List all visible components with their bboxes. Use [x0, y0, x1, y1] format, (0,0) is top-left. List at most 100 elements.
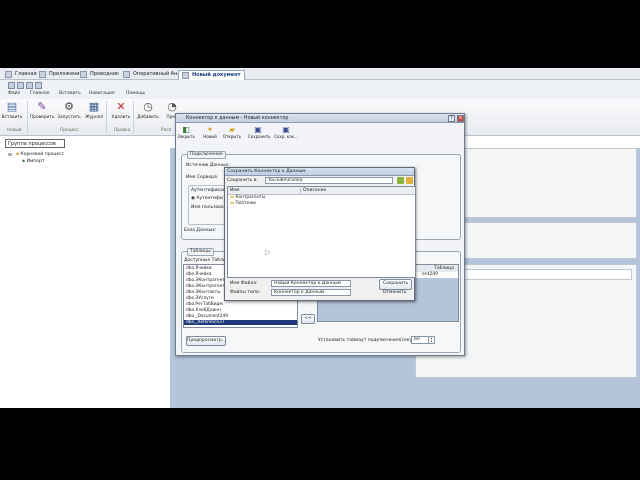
undo-icon[interactable]: [17, 82, 24, 89]
list-item[interactable]: dbo.ЭКонтакты: [186, 290, 221, 295]
check-button[interactable]: ✎ Проверить: [30, 100, 54, 126]
list-item[interactable]: dbo.ХлебДлинн: [186, 308, 221, 313]
list-item[interactable]: dbo.Ячейка: [186, 272, 212, 277]
column-description[interactable]: Описание: [300, 188, 326, 193]
document-tabs: Главная Приложения Проводник Оперативный…: [0, 68, 640, 80]
folder-icon: ▬: [230, 195, 235, 200]
save-in-label: Сохранить в:: [227, 178, 258, 183]
save-as-icon: ▣: [282, 125, 290, 134]
timeout-label: Установить таймаут подключения(секунды):: [318, 338, 426, 343]
folder-item[interactable]: ▬ Контрагенты: [230, 195, 265, 200]
list-item[interactable]: dbo._Document249: [186, 314, 228, 319]
ribbon-group-process: Процесс: [60, 128, 79, 133]
connection-legend: Подключение: [187, 151, 226, 159]
ribbon-separator: [133, 101, 134, 133]
paste-button[interactable]: ▤ Вставить: [0, 100, 24, 126]
check-icon: ✎: [37, 100, 47, 113]
new-connector-button[interactable]: ✦ Новый: [200, 125, 220, 147]
database-label: База Данных:: [184, 228, 217, 233]
file-list[interactable]: Имя Описание ▬ Контрагенты ▬ Платежи: [227, 186, 416, 278]
ribbon-tab-navigation[interactable]: Навигация: [89, 91, 115, 96]
list-item-selected[interactable]: dbo._Reference37: [184, 320, 297, 325]
ribbon-tab-insert[interactable]: Вставить: [59, 91, 81, 96]
timeout-input[interactable]: 60 ▴ ▾: [411, 336, 435, 344]
file-list-header: Имя Описание: [228, 187, 415, 195]
help-icon[interactable]: ?: [448, 115, 455, 122]
add-button[interactable]: ◷ Добавить: [136, 100, 160, 126]
list-item[interactable]: dbo.РегТабВидм: [186, 302, 223, 307]
tables-legend: Таблицы: [187, 248, 214, 256]
preview-dialog-button[interactable]: Предпросмотр...: [186, 336, 226, 346]
ribbon-group-new: Новый: [7, 128, 22, 133]
tree-item-root[interactable]: ▪ Корневой процесс: [16, 152, 64, 157]
save-icon[interactable]: [8, 82, 15, 89]
doc-tab-home[interactable]: Главная: [2, 70, 40, 79]
close-connector-button[interactable]: ◧ Закрыть: [176, 125, 196, 147]
folder-icon: ▪: [16, 152, 20, 157]
process-icon: ▪: [22, 159, 26, 164]
spinner-icon[interactable]: ▴ ▾: [428, 337, 434, 343]
tree-expand-icon[interactable]: ⊟: [8, 153, 12, 158]
list-item[interactable]: dbo.ЭКонтрагент: [186, 284, 225, 289]
file-name-input[interactable]: Новый Коннектор к Данным: [271, 280, 351, 287]
analysis-icon: [123, 71, 130, 78]
open-connector-button[interactable]: ▰ Открыть: [222, 125, 242, 147]
server-label: Имя Сервера:: [186, 175, 219, 180]
save-in-field[interactable]: YouTube\Iconka: [265, 177, 393, 184]
list-item[interactable]: dbo.ЭУслуги: [186, 296, 214, 301]
connector-dialog-title: Коннектор к данным - Новый коннектор: [176, 114, 464, 123]
nav-up-icon[interactable]: [397, 177, 404, 184]
ribbon-tabs: Файл Главное Вставить Навигация Помощь: [0, 90, 640, 99]
ribbon-separator: [27, 101, 28, 133]
ribbon-group-distribution: Расп: [161, 128, 172, 133]
save-as-button[interactable]: ▣ Сохр. как...: [272, 125, 300, 147]
delete-icon: ✕: [116, 100, 126, 113]
list-item[interactable]: dbo.Ячейки: [186, 266, 212, 271]
document-icon: [182, 72, 189, 79]
folder-icon: ▬: [230, 201, 235, 206]
ribbon-tab-main[interactable]: Главное: [30, 91, 50, 96]
ribbon-separator: [106, 101, 107, 133]
dropdown-icon[interactable]: [35, 82, 42, 89]
list-item[interactable]: dbo.ЭКонтрагент: [186, 278, 225, 283]
save-connector-button[interactable]: ▣ Сохранить: [248, 125, 271, 147]
delete-button[interactable]: ✕ Удалить: [109, 100, 133, 126]
journal-button[interactable]: ▦ Журнал: [82, 100, 106, 126]
add-icon: ◷: [143, 100, 153, 113]
close-icon[interactable]: ×: [457, 115, 464, 122]
auth-radio[interactable]: ◉ Аутентифи: [191, 196, 223, 201]
gear-icon: ⚙: [64, 100, 74, 113]
apps-icon: [39, 71, 46, 78]
ribbon-tab-file[interactable]: Файл: [8, 91, 20, 96]
save-icon: ▣: [254, 125, 262, 134]
explorer-icon: [80, 71, 87, 78]
available-tables-label: Доступные Таблиц: [184, 258, 229, 263]
open-folder-icon: ▰: [228, 125, 236, 134]
user-label: Имя пользоват: [191, 205, 227, 210]
new-folder-icon[interactable]: [406, 177, 413, 184]
journal-icon: ▦: [88, 100, 100, 113]
file-type-label: Файлы типа:: [230, 290, 261, 295]
redo-icon[interactable]: [26, 82, 33, 89]
ribbon-tab-help[interactable]: Помощь: [126, 91, 145, 96]
file-type-select[interactable]: Коннектор к Данным: [271, 289, 351, 296]
ribbon-group-edit: Правка: [114, 128, 131, 133]
save-dialog: Сохранить Коннектор к Данным Сохранить в…: [224, 167, 416, 301]
paste-icon: ▤: [6, 100, 18, 113]
doc-tab-explorer[interactable]: Проводник: [77, 70, 122, 79]
new-icon: ✦: [206, 125, 214, 134]
process-group-header[interactable]: Группа процессов: [5, 139, 65, 148]
folder-item[interactable]: ▬ Платежи: [230, 201, 256, 206]
move-back-button[interactable]: <<: [301, 314, 315, 324]
home-icon: [5, 71, 12, 78]
mouse-cursor-icon: ➤: [264, 248, 271, 257]
save-dialog-title: Сохранить Коннектор к Данным: [225, 168, 414, 176]
tree-item-import[interactable]: ▪ Импорт: [22, 159, 44, 164]
quick-access-toolbar: [0, 81, 640, 90]
doc-tab-new-document[interactable]: Новый документ: [178, 70, 245, 80]
cancel-button[interactable]: Отменить: [379, 289, 410, 298]
close-doc-icon: ◧: [182, 125, 190, 134]
column-name[interactable]: Имя: [230, 188, 239, 193]
run-button[interactable]: ⚙ Запустить: [57, 100, 81, 126]
preview-icon: ◔: [167, 100, 177, 113]
